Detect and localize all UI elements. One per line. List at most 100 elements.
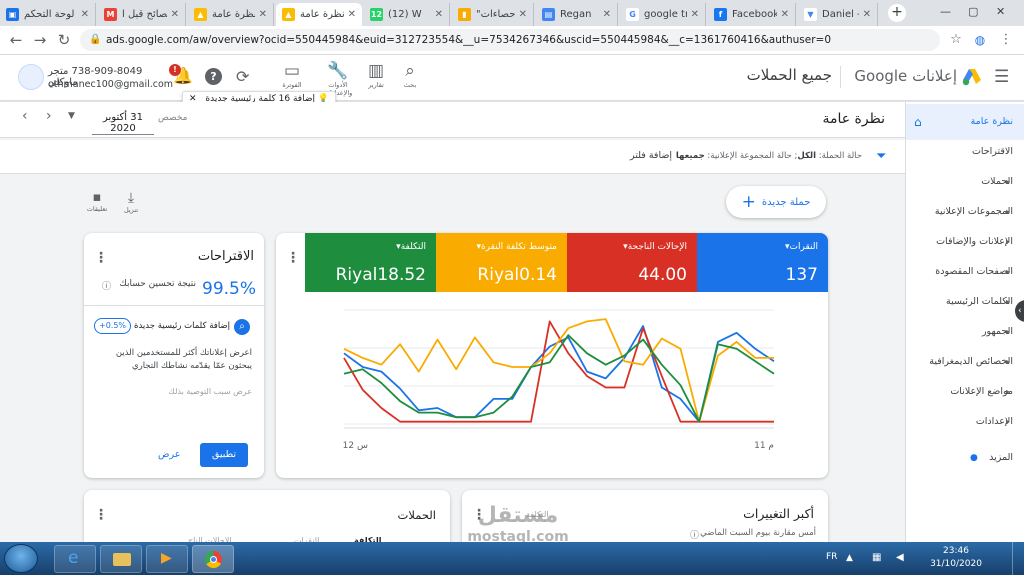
tab-close-icon[interactable]: ✕ xyxy=(777,9,789,20)
window-maximize-icon[interactable]: ▢ xyxy=(968,5,978,18)
tools-icon: 🔧 xyxy=(327,61,349,81)
browser-tab[interactable]: 12 (12) W ✕ xyxy=(364,3,450,26)
help-circle-icon[interactable]: ⓘ xyxy=(102,279,111,292)
browser-tab[interactable]: ▣ لوحة التحكم ✕ xyxy=(0,3,96,26)
tab-close-icon[interactable]: ✕ xyxy=(431,9,443,20)
sidebar-item[interactable]: الاقتراحات xyxy=(906,137,1024,167)
tab-close-icon[interactable]: ✕ xyxy=(687,9,699,20)
browser-tab[interactable]: ▤ Regan ✕ xyxy=(536,3,618,26)
metric-tile[interactable]: ▾متوسط تكلفة النقرة Riyal0.14 xyxy=(436,233,567,292)
tab-close-icon[interactable]: ✕ xyxy=(599,9,611,20)
clock-time[interactable]: 23:46 xyxy=(930,546,982,556)
sidebar-item[interactable]: الجمهور ▸ xyxy=(906,317,1024,347)
sidebar-item-label: الإعلانات والإضافات xyxy=(936,236,1013,247)
sidebar-item[interactable]: الصفحات المقصودة ▸ xyxy=(906,257,1024,287)
reload-icon[interactable]: ↻ xyxy=(54,30,74,50)
sidebar-item[interactable]: مواضع الإعلانات ▸ xyxy=(906,377,1024,407)
overview-title: نظرة عامة xyxy=(822,111,885,127)
forward-icon[interactable]: → xyxy=(30,30,50,50)
tab-favicon-icon: 12 xyxy=(370,8,383,21)
address-bar: ← → ↻ 🔒 ads.google.com/aw/overview?ocid=… xyxy=(0,26,1024,55)
tab-favicon-icon: ▮ xyxy=(458,8,471,21)
tab-close-icon[interactable]: ✕ xyxy=(515,9,527,20)
bookmark-star-icon[interactable]: ☆ xyxy=(946,30,966,50)
media-taskbar-icon[interactable]: ▶ xyxy=(146,545,188,573)
add-filter-link[interactable]: إضافة فلتر xyxy=(630,150,672,161)
explorer-taskbar-icon[interactable] xyxy=(100,545,142,573)
prev-period-icon[interactable]: ‹ xyxy=(22,108,28,124)
metric-tile[interactable]: ▾التكلفة Riyal18.52 xyxy=(305,233,436,292)
sidebar-item[interactable]: الإعلانات والإضافات ▸ xyxy=(906,227,1024,257)
tab-close-icon[interactable]: ✕ xyxy=(77,9,89,20)
back-icon[interactable]: ← xyxy=(6,30,26,50)
tab-close-icon[interactable]: ✕ xyxy=(255,9,267,20)
tab-close-icon[interactable]: ✕ xyxy=(344,9,356,20)
browser-tab[interactable]: ▲ نظرة عامة ✕ xyxy=(276,3,362,26)
expand-arrow-icon: ▸ xyxy=(1006,417,1011,426)
avatar[interactable] xyxy=(18,64,44,90)
window-close-icon[interactable]: ✕ xyxy=(996,5,1005,18)
browser-tab[interactable]: M نصائح قبل ا ✕ xyxy=(98,3,186,26)
sidebar-item[interactable]: الإعدادات ▸ xyxy=(906,407,1024,437)
annotations-button[interactable]: ▪ تعليقات xyxy=(82,190,112,213)
sidebar-item[interactable]: الحملات ▸ xyxy=(906,167,1024,197)
tab-title: نصائح قبل ا xyxy=(122,9,167,20)
billing-icon: ▭ xyxy=(283,61,301,81)
sidebar-item[interactable]: نظرة عامة ⌂ xyxy=(906,104,1024,140)
view-button[interactable]: عرض xyxy=(158,449,180,460)
help-circle-icon[interactable]: ⓘ xyxy=(690,528,699,541)
metric-label: الإحالات الناجحة xyxy=(627,242,687,252)
filter-icon[interactable]: ⏷ xyxy=(876,149,886,164)
profile-icon[interactable]: ◍ xyxy=(970,30,990,50)
tab-close-icon[interactable]: ✕ xyxy=(859,9,871,20)
tray-network-icon[interactable]: ▦ xyxy=(872,552,881,563)
metric-tile[interactable]: ▾النقرات 137 xyxy=(697,233,828,292)
chevron-down-icon[interactable]: ▼ xyxy=(68,111,75,121)
download-button[interactable]: ⤓ تنزيل xyxy=(116,190,146,214)
sidebar-item[interactable]: المجموعات الإعلانية ▸ xyxy=(906,197,1024,227)
show-desktop-button[interactable] xyxy=(1012,542,1024,575)
why-recommendation-link[interactable]: عرض سبب التوصية بذلك xyxy=(96,387,252,396)
menu-dots-icon[interactable]: ⋮ xyxy=(996,30,1016,50)
tray-arrow-icon[interactable]: ▲ xyxy=(846,553,853,563)
browser-tab[interactable]: ▼ Daniel - I✕ xyxy=(798,3,878,26)
hamburger-menu-icon[interactable]: ☰ xyxy=(994,67,1009,87)
recommendation-title[interactable]: إضافة كلمات رئيسية جديدة xyxy=(130,321,230,331)
metric-tile[interactable]: ▾الإحالات الناجحة 44.00 xyxy=(567,233,697,292)
sidebar-item[interactable]: المزيد ● xyxy=(906,443,1024,473)
tray-volume-icon[interactable]: ◀ xyxy=(896,552,904,563)
sidebar-item[interactable]: الكلمات الرئيسية ▸ xyxy=(906,287,1024,317)
browser-tab[interactable]: ▲ نظرة عامة ✕ xyxy=(188,3,274,26)
window-minimize-icon[interactable]: — xyxy=(940,5,951,18)
more-options-icon[interactable]: ⋮ xyxy=(94,508,108,522)
browser-tab[interactable]: f Facebook ✕ xyxy=(708,3,796,26)
refresh-icon[interactable]: ⟳ xyxy=(236,67,249,86)
tab-close-icon[interactable]: ✕ xyxy=(167,9,179,20)
more-options-icon[interactable]: ⋮ xyxy=(94,251,108,265)
more-options-icon[interactable]: ⋮ xyxy=(286,251,300,265)
expand-arrow-icon: ▸ xyxy=(1006,237,1011,246)
active-filters[interactable]: حالة الحملة: الكل; حالة المجموعة الإعلان… xyxy=(676,151,862,161)
next-period-icon[interactable]: › xyxy=(46,108,52,124)
clock-date[interactable]: 31/10/2020 xyxy=(930,559,982,569)
url-field[interactable]: 🔒 ads.google.com/aw/overview?ocid=550445… xyxy=(80,29,940,51)
optimization-score: 99.5% xyxy=(202,279,257,299)
browser-tab[interactable]: Ggoogle tr ✕ xyxy=(620,3,706,26)
help-icon[interactable]: ? xyxy=(205,68,222,85)
tab-favicon-icon: G xyxy=(626,8,639,21)
google-ads-logo-icon xyxy=(962,68,982,89)
chrome-taskbar-icon[interactable] xyxy=(192,545,234,573)
sidebar-item-label: نظرة عامة xyxy=(970,116,1013,127)
search-button[interactable]: ⌕ بحث xyxy=(390,61,430,97)
reports-button[interactable]: ▥ تقارير xyxy=(356,61,396,97)
start-button-icon[interactable] xyxy=(4,544,38,573)
apply-button[interactable]: تطبيق xyxy=(200,443,248,467)
biggest-changes-title: أكبر التغييرات xyxy=(743,506,814,521)
date-range-picker[interactable]: 31 أكتوبر 2020 xyxy=(92,112,154,135)
sidebar-item[interactable]: الخصائص الديمغرافية ▸ xyxy=(906,347,1024,377)
new-tab-button[interactable]: + xyxy=(888,4,906,22)
ie-taskbar-icon[interactable]: e xyxy=(54,545,96,573)
browser-tab[interactable]: ▮ "إحصاءات"✕ xyxy=(452,3,534,26)
language-indicator[interactable]: FR xyxy=(826,552,837,562)
new-campaign-button[interactable]: + حملة جديدة xyxy=(726,186,826,218)
